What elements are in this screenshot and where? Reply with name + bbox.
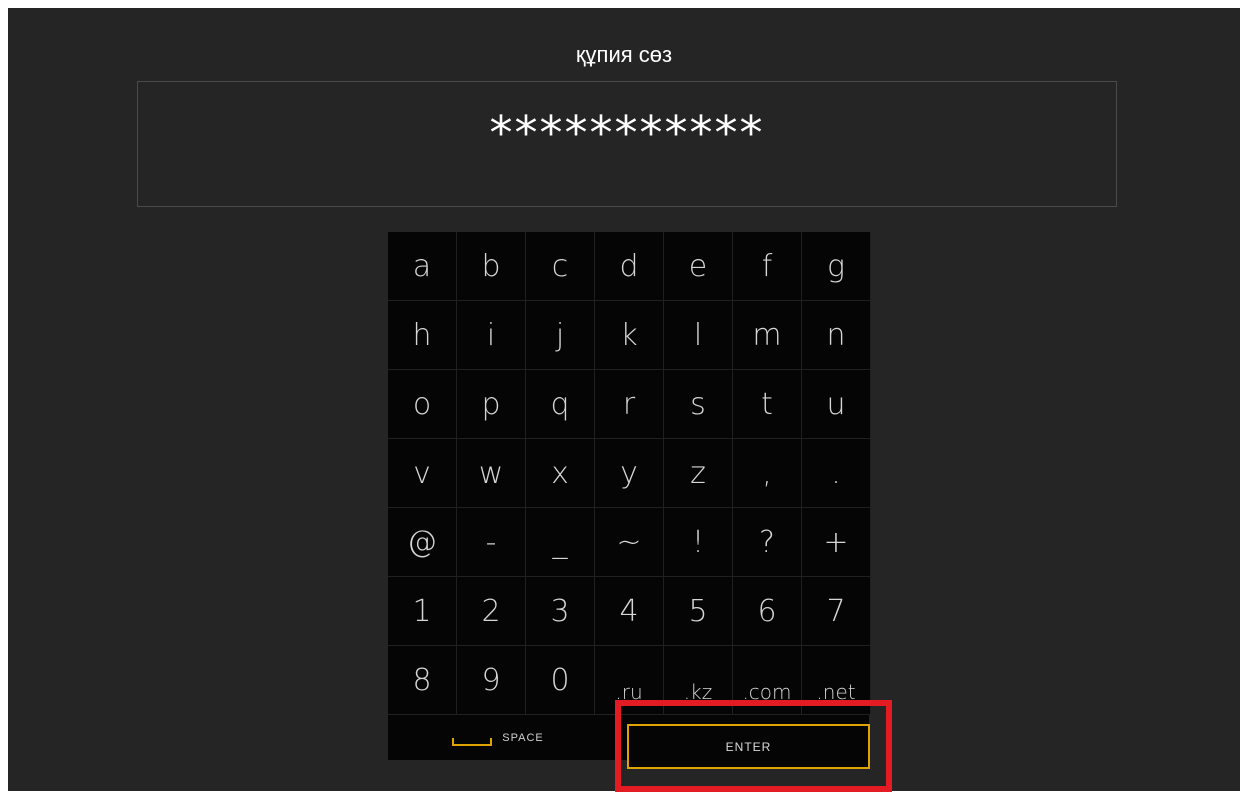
- key-u[interactable]: u: [802, 370, 871, 439]
- key-3[interactable]: 3: [526, 577, 595, 646]
- password-field[interactable]: ***********: [137, 81, 1117, 207]
- password-screen: құпия сөз *********** a b c d e f g h i …: [8, 8, 1240, 792]
- key-6[interactable]: 6: [733, 577, 802, 646]
- key-comma[interactable]: ,: [733, 439, 802, 508]
- key-plus[interactable]: +: [802, 508, 871, 577]
- key-g[interactable]: g: [802, 232, 871, 301]
- key-2[interactable]: 2: [457, 577, 526, 646]
- key-p[interactable]: p: [457, 370, 526, 439]
- space-button[interactable]: SPACE: [388, 716, 608, 760]
- key-at[interactable]: @: [388, 508, 457, 577]
- key-0[interactable]: 0: [526, 646, 595, 715]
- key-t[interactable]: t: [733, 370, 802, 439]
- key-y[interactable]: y: [595, 439, 664, 508]
- key-period[interactable]: .: [802, 439, 871, 508]
- key-i[interactable]: i: [457, 301, 526, 370]
- key-j[interactable]: j: [526, 301, 595, 370]
- key-w[interactable]: w: [457, 439, 526, 508]
- key-b[interactable]: b: [457, 232, 526, 301]
- key-x[interactable]: x: [526, 439, 595, 508]
- key-5[interactable]: 5: [664, 577, 733, 646]
- space-button-label: SPACE: [502, 732, 544, 744]
- virtual-keyboard: a b c d e f g h i j k l m n o p q r s t …: [388, 232, 871, 769]
- page-title: құпия сөз: [575, 42, 673, 67]
- password-value: ***********: [489, 106, 765, 160]
- key-v[interactable]: v: [388, 439, 457, 508]
- key-f[interactable]: f: [733, 232, 802, 301]
- key-4[interactable]: 4: [595, 577, 664, 646]
- space-bar-icon: [452, 738, 493, 746]
- key-net[interactable]: .net: [802, 646, 871, 715]
- key-c[interactable]: c: [526, 232, 595, 301]
- key-kz[interactable]: .kz: [664, 646, 733, 715]
- key-q[interactable]: q: [526, 370, 595, 439]
- key-z[interactable]: z: [664, 439, 733, 508]
- key-com[interactable]: .com: [733, 646, 802, 715]
- key-question[interactable]: ?: [733, 508, 802, 577]
- enter-button[interactable]: ENTER: [627, 724, 870, 769]
- key-r[interactable]: r: [595, 370, 664, 439]
- key-7[interactable]: 7: [802, 577, 871, 646]
- key-e[interactable]: e: [664, 232, 733, 301]
- key-exclamation[interactable]: !: [664, 508, 733, 577]
- key-8[interactable]: 8: [388, 646, 457, 715]
- key-1[interactable]: 1: [388, 577, 457, 646]
- key-o[interactable]: o: [388, 370, 457, 439]
- key-9[interactable]: 9: [457, 646, 526, 715]
- key-a[interactable]: a: [388, 232, 457, 301]
- key-dash[interactable]: -: [457, 508, 526, 577]
- key-d[interactable]: d: [595, 232, 664, 301]
- keyboard-key-grid: a b c d e f g h i j k l m n o p q r s t …: [388, 232, 871, 716]
- key-underscore[interactable]: _: [526, 508, 595, 577]
- key-m[interactable]: m: [733, 301, 802, 370]
- key-tilde[interactable]: ~: [595, 508, 664, 577]
- keyboard-action-row: SPACE ENTER: [388, 716, 870, 769]
- key-ru[interactable]: .ru: [595, 646, 664, 715]
- key-h[interactable]: h: [388, 301, 457, 370]
- key-k[interactable]: k: [595, 301, 664, 370]
- key-l[interactable]: l: [664, 301, 733, 370]
- key-n[interactable]: n: [802, 301, 871, 370]
- key-s[interactable]: s: [664, 370, 733, 439]
